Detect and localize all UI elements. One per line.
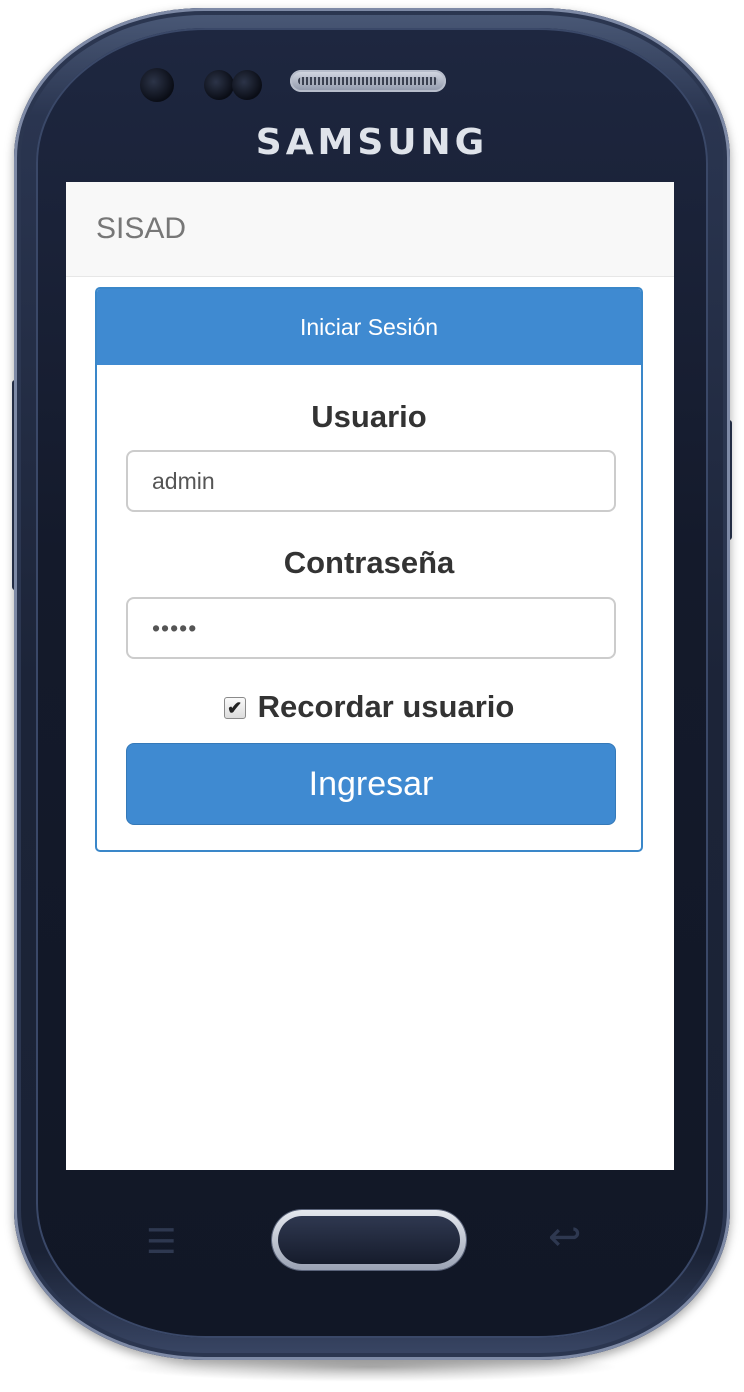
remember-row: ✔ Recordar usuario bbox=[97, 689, 641, 725]
earpiece-speaker bbox=[290, 70, 446, 92]
proximity-sensor-left bbox=[204, 70, 234, 100]
login-panel: Iniciar Sesión Usuario admin Contraseña … bbox=[95, 287, 643, 852]
home-button-face bbox=[278, 1216, 460, 1264]
device-brand: SAMSUNG bbox=[255, 122, 489, 163]
username-label: Usuario bbox=[311, 399, 427, 434]
remember-label: Recordar usuario bbox=[257, 689, 515, 724]
menu-icon[interactable]: ☰ bbox=[146, 1222, 176, 1262]
navbar: SISAD bbox=[66, 182, 674, 277]
back-icon[interactable]: ↩ bbox=[548, 1214, 582, 1260]
checkmark-icon: ✔ bbox=[227, 698, 243, 718]
front-camera bbox=[140, 68, 174, 102]
remember-checkbox[interactable]: ✔ bbox=[223, 697, 246, 719]
panel-heading: Iniciar Sesión bbox=[97, 289, 641, 365]
proximity-sensor-right bbox=[232, 70, 262, 100]
device-mockup: SAMSUNG SISAD Iniciar Sesión Usuario adm… bbox=[0, 0, 744, 1392]
phone-screen: SISAD Iniciar Sesión Usuario admin Contr… bbox=[66, 182, 674, 1170]
home-button[interactable] bbox=[272, 1210, 466, 1270]
password-label: Contraseña bbox=[283, 545, 455, 580]
submit-button[interactable]: Ingresar bbox=[126, 743, 616, 825]
username-input[interactable]: admin bbox=[126, 450, 616, 512]
password-input[interactable]: ••••• bbox=[126, 597, 616, 659]
speaker-grill bbox=[298, 77, 438, 85]
navbar-brand[interactable]: SISAD bbox=[96, 212, 186, 246]
